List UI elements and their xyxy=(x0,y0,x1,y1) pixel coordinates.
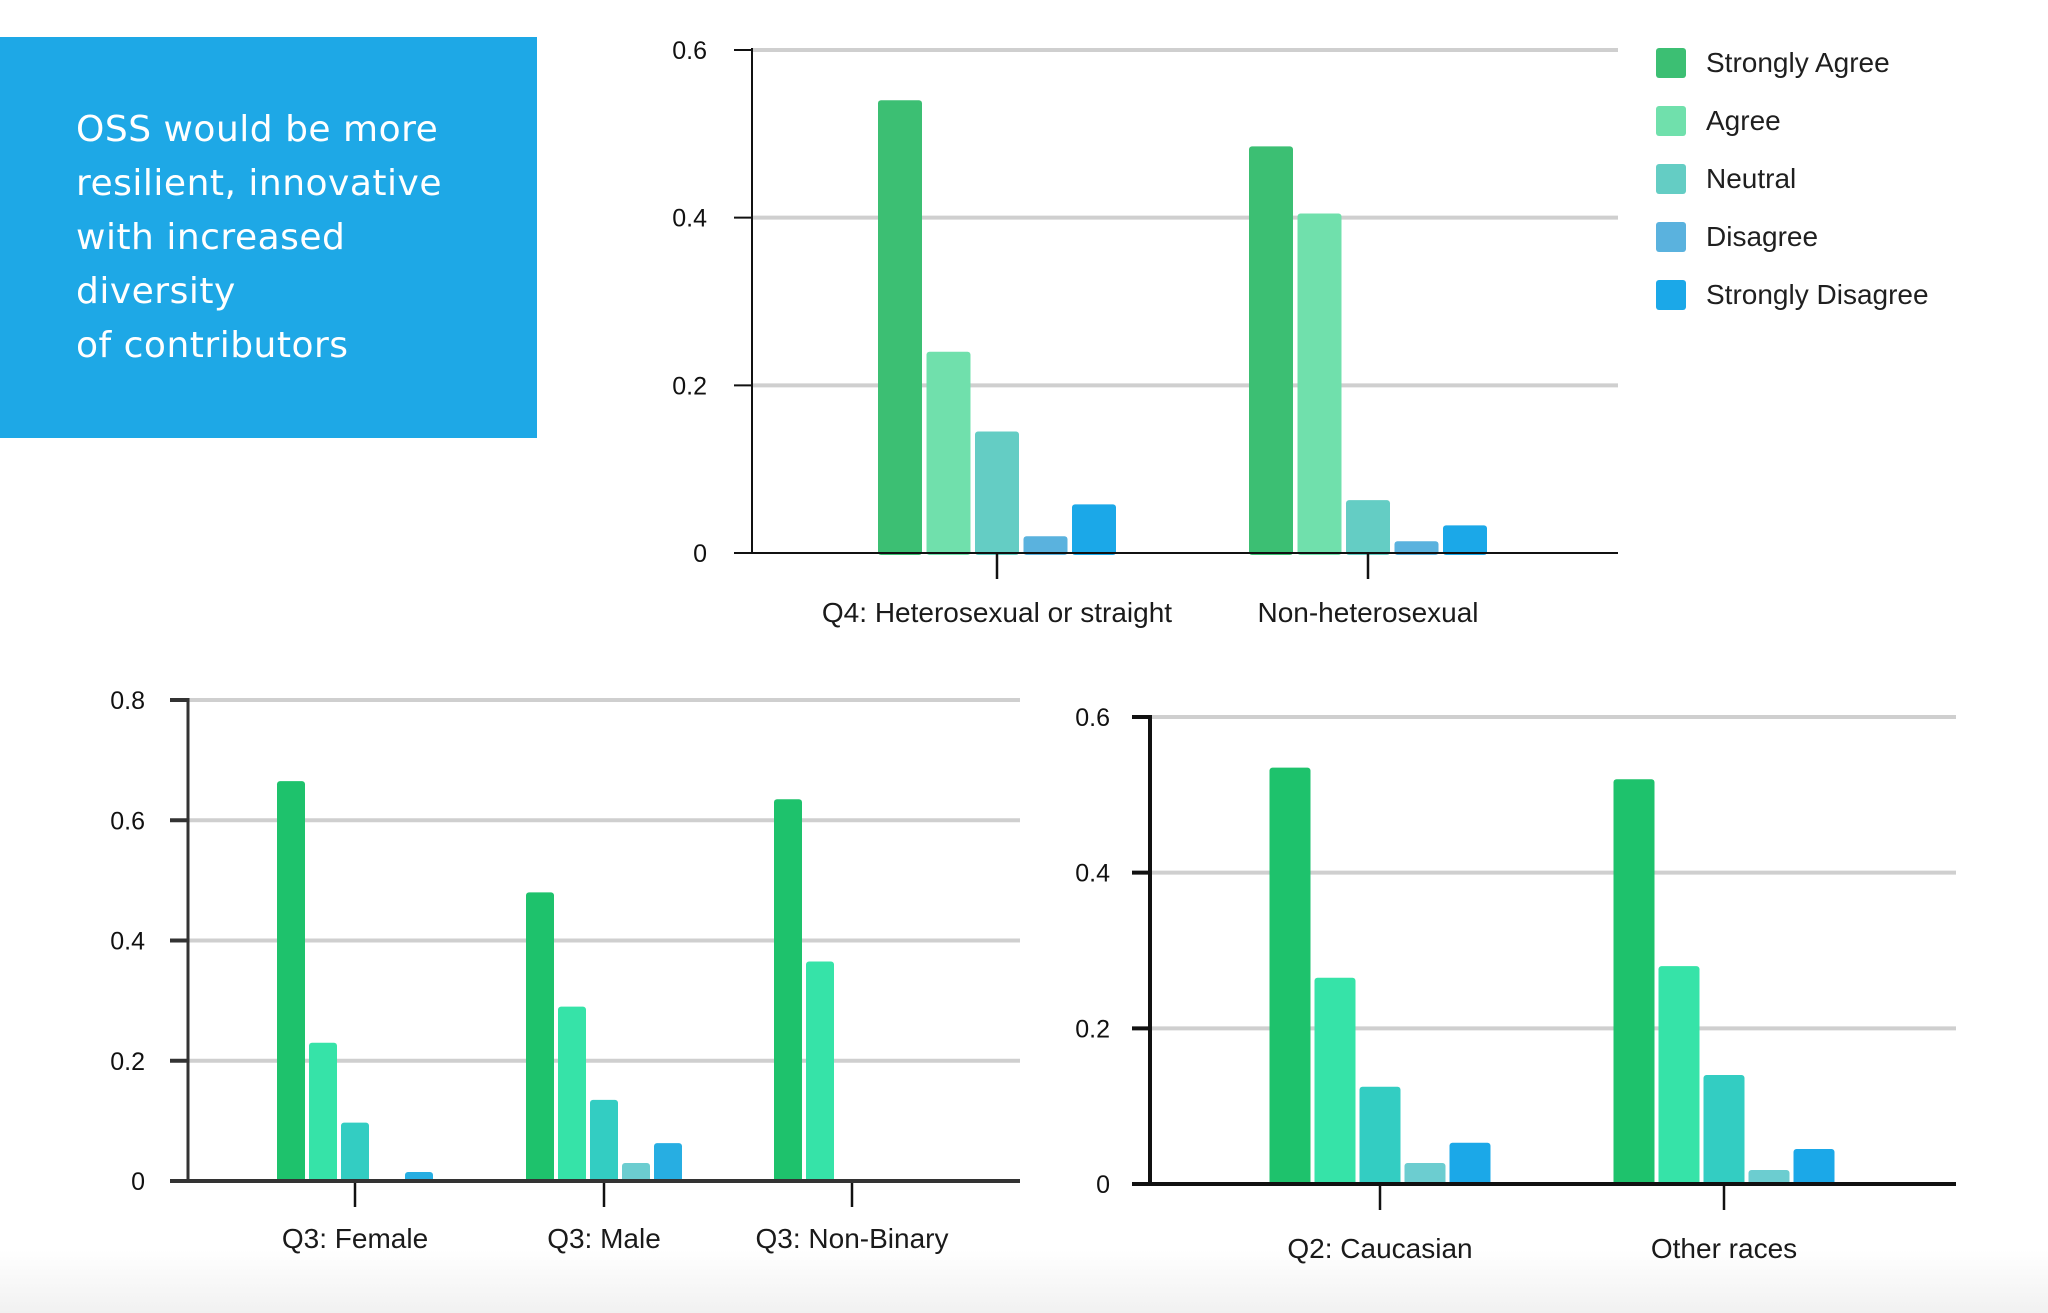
bar-other-races-strongly-disagree xyxy=(1793,1148,1835,1186)
chart-race: 0 0.2 0.4 0.6 Q2: Caucasian Other races xyxy=(1075,704,1956,1264)
bar-q2-caucasian-agree xyxy=(1314,977,1356,1186)
bar-q2-caucasian-strongly-disagree xyxy=(1449,1142,1491,1186)
bar-other-races-strongly-agree xyxy=(1613,779,1655,1186)
y-tick-label: 0.4 xyxy=(1075,860,1110,888)
y-tick-label: 0 xyxy=(1096,1171,1110,1199)
x-category-label: Other races xyxy=(1651,1233,1797,1264)
bar-q2-caucasian-neutral xyxy=(1359,1086,1401,1186)
x-category-label: Q2: Caucasian xyxy=(1287,1233,1472,1264)
y-tick-label: 0.2 xyxy=(1075,1015,1110,1043)
bar-other-races-neutral xyxy=(1703,1075,1745,1186)
bar-q2-caucasian-strongly-agree xyxy=(1269,767,1311,1186)
y-tick-label: 0.6 xyxy=(1075,704,1110,732)
bar-other-races-agree xyxy=(1658,966,1700,1186)
